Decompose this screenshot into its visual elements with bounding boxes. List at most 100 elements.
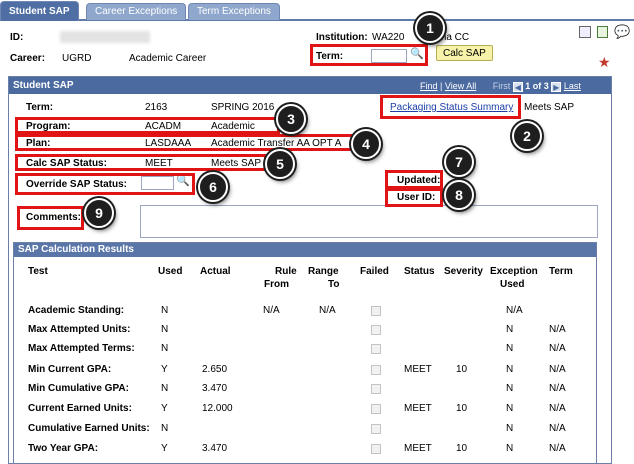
exception-used-cell: N <box>506 383 514 394</box>
redacted-student-id <box>60 31 150 43</box>
callout-badge-1: 1 <box>415 13 445 43</box>
used-cell: N <box>161 423 169 434</box>
actual-cell: 3.470 <box>202 383 228 394</box>
checklist-icon[interactable] <box>597 26 608 38</box>
exception-used-cell: N <box>506 403 514 414</box>
first-link: First <box>492 81 511 91</box>
failed-checkbox[interactable] <box>371 404 381 414</box>
col-severity: Severity <box>444 266 483 277</box>
term-cell: N/A <box>549 383 566 394</box>
career-description: Academic Career <box>129 53 207 64</box>
failed-checkbox[interactable] <box>371 444 381 454</box>
tab-student-sap[interactable]: Student SAP <box>0 1 79 21</box>
highlight-box-packaging <box>380 95 521 119</box>
previous-icon[interactable]: ◀ <box>512 81 523 92</box>
term-description: SPRING 2016 <box>211 102 275 113</box>
failed-checkbox[interactable] <box>371 325 381 335</box>
col-range-to: To <box>328 279 340 290</box>
panel-navigation: Find | View All First ◀ 1 of 3 ▶ Last <box>420 81 581 92</box>
career-label: Career: <box>10 53 46 64</box>
callout-badge-6: 6 <box>198 172 228 202</box>
institution-code: WA220 <box>372 32 405 43</box>
test-cell: Two Year GPA: <box>28 443 99 454</box>
col-term: Term <box>549 266 573 277</box>
actual-cell: 2.650 <box>202 364 228 375</box>
term-code: 2163 <box>145 102 168 113</box>
term-cell: N/A <box>549 403 566 414</box>
callout-badge-3: 3 <box>276 104 306 134</box>
severity-cell: 10 <box>456 364 468 375</box>
test-cell: Max Attempted Units: <box>28 324 131 335</box>
star-icon[interactable]: ★ <box>598 54 611 71</box>
test-cell: Min Cumulative GPA: <box>28 383 129 394</box>
col-rule: Rule <box>275 266 297 277</box>
test-cell: Cumulative Earned Units: <box>28 423 150 434</box>
test-cell: Current Earned Units: <box>28 403 132 414</box>
calc-sap-button[interactable]: Calc SAP <box>436 45 493 61</box>
packaging-status: Meets SAP <box>524 102 575 113</box>
failed-checkbox[interactable] <box>371 344 381 354</box>
career-code: UGRD <box>62 53 92 64</box>
test-cell: Min Current GPA: <box>28 364 112 375</box>
id-label: ID: <box>10 32 24 43</box>
exception-used-cell: N <box>506 423 514 434</box>
col-status: Status <box>404 266 435 277</box>
callout-badge-8: 8 <box>444 180 474 210</box>
view-all-link[interactable]: View All <box>445 81 476 91</box>
col-failed: Failed <box>360 266 389 277</box>
highlight-box-override <box>15 173 195 195</box>
highlight-box-program <box>15 117 280 134</box>
failed-checkbox[interactable] <box>371 365 381 375</box>
col-exception-used: Used <box>500 279 525 290</box>
col-test: Test <box>28 266 48 277</box>
failed-checkbox[interactable] <box>371 424 381 434</box>
used-cell: Y <box>161 403 168 414</box>
panel-title: Student SAP <box>13 80 74 91</box>
col-actual: Actual <box>200 266 231 277</box>
sap-results-title: SAP Calculation Results <box>18 244 134 255</box>
col-range: Range <box>308 266 339 277</box>
col-rule-from: From <box>264 279 289 290</box>
exception-used-cell: N <box>506 324 514 335</box>
term-cell: N/A <box>549 324 566 335</box>
tab-career-exceptions[interactable]: Career Exceptions <box>86 3 187 20</box>
callout-badge-4: 4 <box>351 129 381 159</box>
range-to-cell: N/A <box>319 305 336 316</box>
severity-cell: 10 <box>456 403 468 414</box>
exception-used-cell: N <box>506 443 514 454</box>
test-cell: Academic Standing: <box>28 305 125 316</box>
failed-checkbox[interactable] <box>371 384 381 394</box>
institution-label: Institution: <box>316 32 368 43</box>
term-field-label: Term: <box>26 102 54 113</box>
used-cell: N <box>161 324 169 335</box>
row-count: 1 of 3 <box>525 81 549 91</box>
highlight-box-plan <box>15 134 355 151</box>
callout-badge-7: 7 <box>444 147 474 177</box>
last-link[interactable]: Last <box>564 81 581 91</box>
actual-cell: 12.000 <box>202 403 233 414</box>
find-link[interactable]: Find <box>420 81 438 91</box>
callout-badge-9: 9 <box>84 198 114 228</box>
notepad-icon[interactable] <box>579 26 591 38</box>
status-cell: MEET <box>404 364 432 375</box>
callout-badge-5: 5 <box>265 149 295 179</box>
exception-used-cell: N/A <box>506 305 523 316</box>
sap-results-header: SAP Calculation Results <box>14 243 596 257</box>
used-cell: N <box>161 383 169 394</box>
status-cell: MEET <box>404 443 432 454</box>
exception-used-cell: N <box>506 343 514 354</box>
comments-textarea[interactable] <box>140 205 598 238</box>
actual-cell: 3.470 <box>202 443 228 454</box>
failed-checkbox[interactable] <box>371 306 381 316</box>
used-cell: Y <box>161 443 168 454</box>
used-cell: N <box>161 305 169 316</box>
highlight-box-term <box>310 44 428 66</box>
tab-bar: Student SAP Career Exceptions Term Excep… <box>0 0 634 21</box>
highlight-box-updated <box>385 170 443 189</box>
highlight-box-user-id <box>385 188 443 207</box>
next-icon[interactable]: ▶ <box>551 81 562 92</box>
term-cell: N/A <box>549 423 566 434</box>
status-cell: MEET <box>404 403 432 414</box>
comment-icon[interactable]: 💬 <box>614 24 630 40</box>
tab-term-exceptions[interactable]: Term Exceptions <box>188 3 280 20</box>
